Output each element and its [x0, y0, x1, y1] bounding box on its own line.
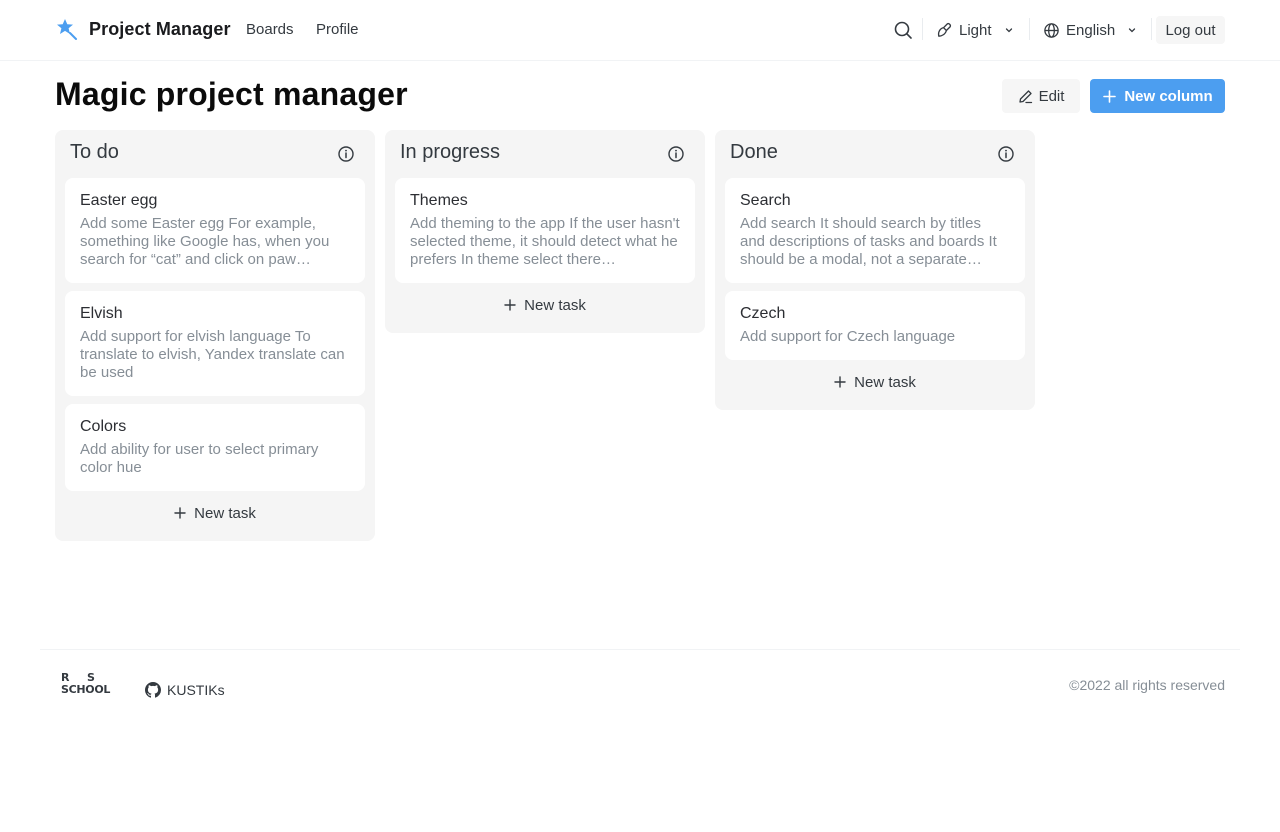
new-task-label: New task — [854, 373, 916, 391]
info-icon[interactable] — [667, 145, 685, 163]
column-title[interactable]: Done — [730, 141, 778, 164]
task-title: Easter egg — [80, 192, 158, 209]
new-task-label: New task — [194, 504, 256, 522]
task-description: Add search It should search by titles an… — [740, 215, 997, 268]
language-label: English — [1066, 21, 1116, 39]
task-title: Colors — [80, 418, 127, 435]
task-card[interactable]: Elvish Add support for elvish language T… — [65, 291, 365, 396]
pencil-icon — [1018, 89, 1032, 103]
plus-icon — [504, 299, 516, 311]
info-icon[interactable] — [997, 145, 1015, 163]
logo[interactable] — [56, 18, 78, 40]
task-description: Add support for elvish language To trans… — [80, 328, 345, 381]
search-icon[interactable] — [892, 19, 914, 41]
task-title: Themes — [410, 192, 468, 209]
column-header: To do — [65, 130, 365, 178]
column-in-progress: In progress Themes Add theming to the ap… — [385, 130, 705, 333]
nav-boards-link[interactable]: Boards — [246, 21, 294, 38]
divider — [1151, 18, 1152, 40]
edit-label: Edit — [1038, 87, 1065, 105]
task-card[interactable]: Colors Add ability for user to select pr… — [65, 404, 365, 491]
task-card[interactable]: Search Add search It should search by ti… — [725, 178, 1025, 283]
top-navbar: Project Manager Boards Profile Light Eng… — [0, 0, 1280, 61]
logout-button[interactable]: Log out — [1156, 16, 1225, 44]
new-task-label: New task — [524, 296, 586, 314]
column-header: In progress — [395, 130, 695, 178]
task-card[interactable]: Themes Add theming to the app If the use… — [395, 178, 695, 283]
github-icon — [145, 682, 161, 698]
edit-board-button[interactable]: Edit — [1002, 79, 1080, 113]
divider — [922, 18, 923, 40]
brush-icon — [937, 22, 952, 37]
task-title: Czech — [740, 305, 786, 322]
plus-icon — [174, 507, 186, 519]
column-header: Done — [725, 130, 1025, 178]
column-title[interactable]: To do — [70, 141, 119, 164]
chevron-down-icon — [1129, 28, 1136, 33]
language-select[interactable]: English — [1043, 19, 1137, 41]
chevron-down-icon — [1005, 28, 1012, 33]
divider — [1029, 18, 1030, 40]
column-to-do: To do Easter egg Add some Easter egg For… — [55, 130, 375, 541]
footer-divider — [40, 649, 1240, 650]
plus-icon — [834, 376, 846, 388]
rs-logo-school: SCHOOL — [61, 683, 111, 696]
new-task-button[interactable]: New task — [725, 364, 1025, 400]
plus-icon — [1103, 89, 1117, 103]
task-description: Add support for Czech language — [740, 328, 956, 345]
app-title[interactable]: Project Manager — [89, 19, 231, 40]
task-card[interactable]: Easter egg Add some Easter egg For examp… — [65, 178, 365, 283]
new-column-label: New column — [1124, 87, 1213, 105]
info-icon[interactable] — [337, 145, 355, 163]
new-task-button[interactable]: New task — [65, 495, 365, 531]
magic-wand-star-icon — [57, 19, 77, 40]
theme-label: Light — [959, 21, 992, 39]
theme-select[interactable]: Light — [936, 19, 1014, 41]
task-title: Elvish — [80, 305, 123, 322]
new-column-button[interactable]: New column — [1090, 79, 1225, 113]
column-title[interactable]: In progress — [400, 141, 500, 164]
github-label: KUSTIKs — [167, 682, 225, 698]
nav-profile-link[interactable]: Profile — [316, 21, 359, 38]
board-title: Magic project manager — [55, 76, 408, 112]
task-description: Add theming to the app If the user hasn'… — [410, 215, 680, 268]
copyright-text: ©2022 all rights reserved — [1069, 677, 1225, 693]
task-card[interactable]: Czech Add support for Czech language — [725, 291, 1025, 360]
rs-school-logo[interactable]: R S SCHOOL — [61, 672, 117, 700]
github-link[interactable]: KUSTIKs — [145, 682, 225, 698]
globe-icon — [1044, 22, 1059, 38]
task-description: Add ability for user to select primary c… — [80, 441, 319, 476]
new-task-button[interactable]: New task — [395, 287, 695, 323]
task-title: Search — [740, 192, 791, 209]
column-done: Done Search Add search It should search … — [715, 130, 1035, 410]
task-description: Add some Easter egg For example, somethi… — [80, 215, 330, 268]
